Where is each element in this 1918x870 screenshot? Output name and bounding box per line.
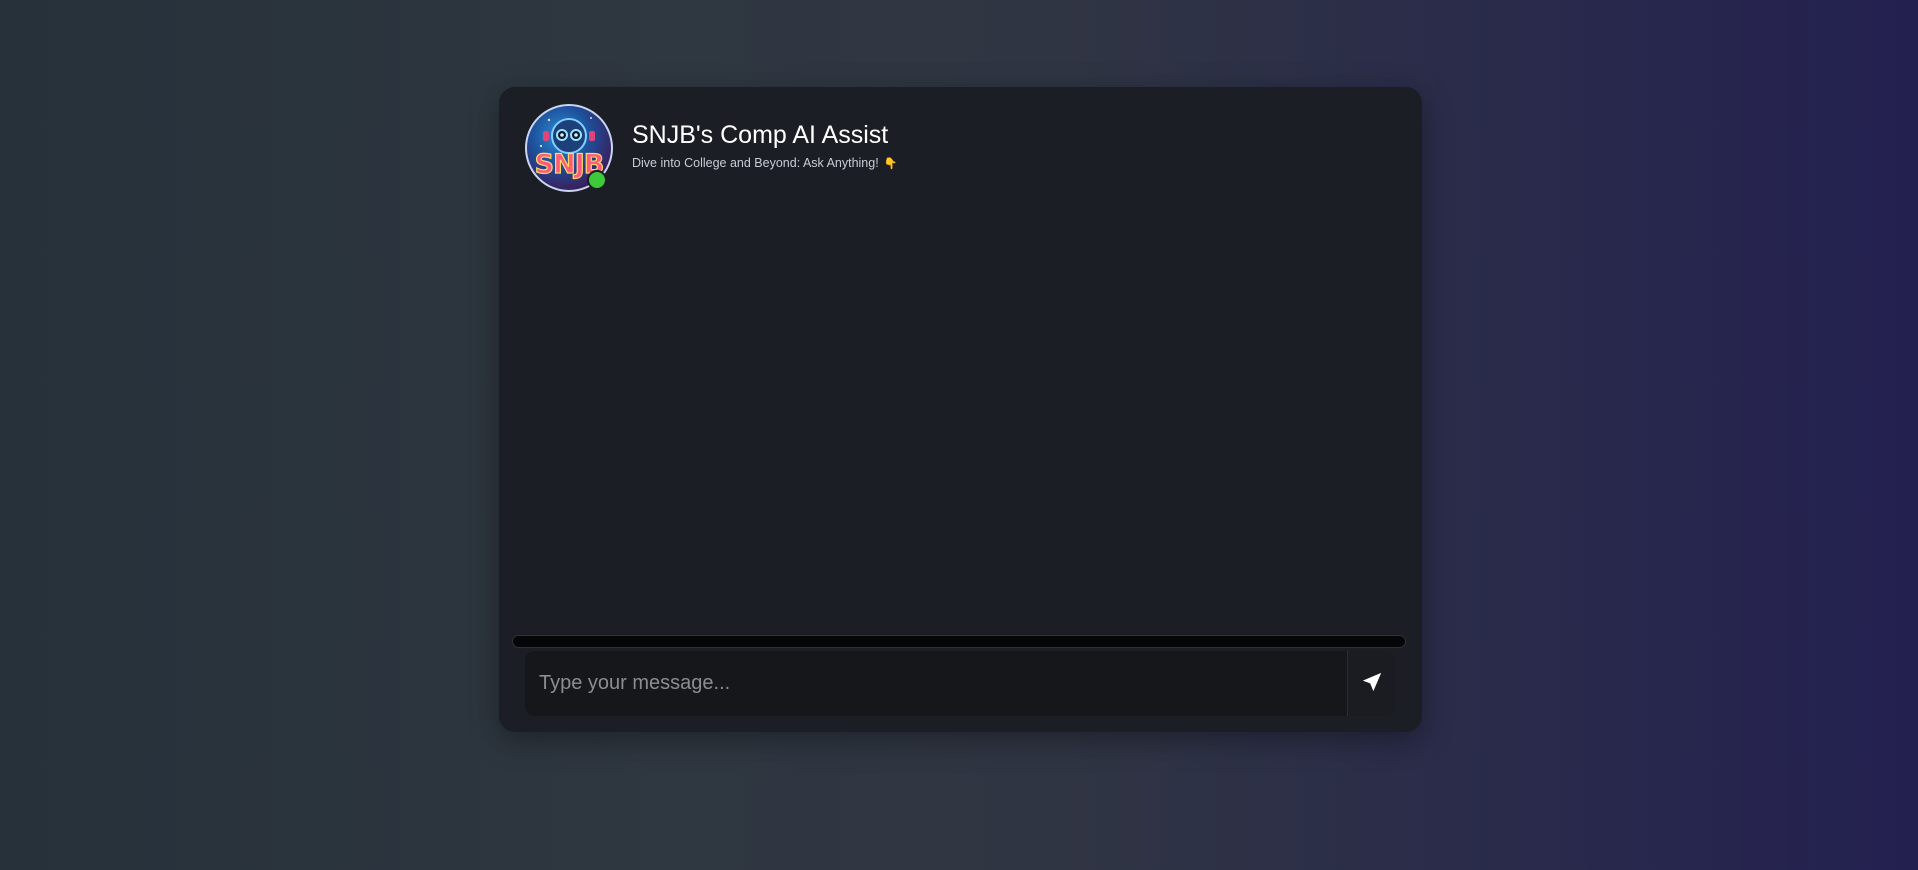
message-input[interactable]	[525, 651, 1347, 716]
horizontal-scrollbar[interactable]	[512, 635, 1406, 648]
send-button[interactable]	[1347, 651, 1395, 716]
bot-avatar: SNJB	[525, 104, 613, 192]
chat-subtitle: Dive into College and Beyond: Ask Anythi…	[632, 154, 897, 173]
online-status-indicator	[587, 170, 607, 190]
chat-window: SNJB SNJB's Comp AI Assist Dive into Col…	[499, 87, 1422, 732]
chat-subtitle-text: Dive into College and Beyond: Ask Anythi…	[632, 155, 879, 170]
header-text: SNJB's Comp AI Assist Dive into College …	[632, 121, 897, 173]
pointing-down-icon: 👇	[883, 157, 898, 170]
chat-title: SNJB's Comp AI Assist	[632, 120, 889, 149]
message-composer	[525, 651, 1395, 716]
paper-plane-icon	[1361, 671, 1383, 696]
message-list[interactable]	[513, 207, 1408, 636]
chat-header: SNJB SNJB's Comp AI Assist Dive into Col…	[525, 103, 897, 193]
